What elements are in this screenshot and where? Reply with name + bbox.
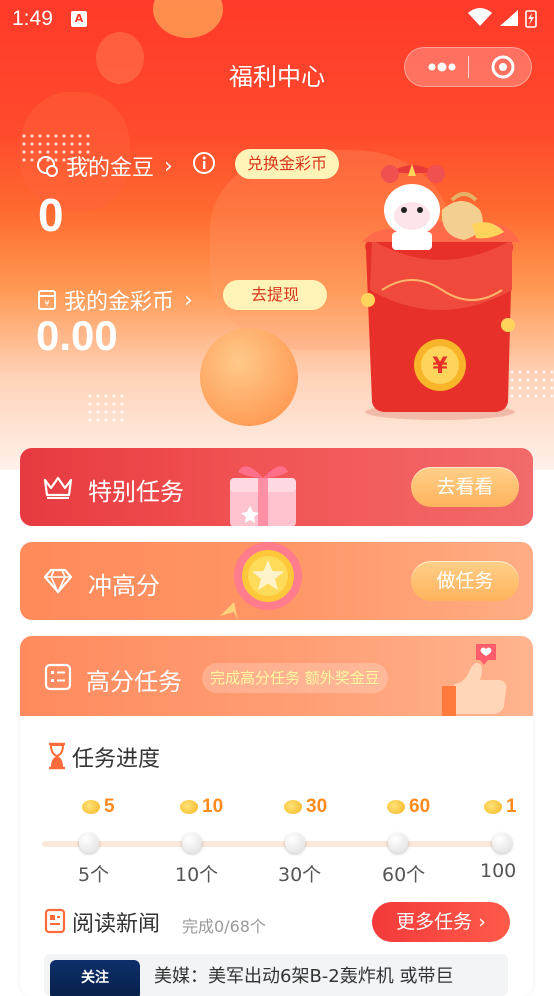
milestone-reward: 60	[387, 796, 430, 818]
newspaper-icon	[44, 908, 66, 934]
star-medal-icon	[220, 542, 302, 620]
milestone-label: 5个	[78, 864, 110, 886]
gold-bean-icon	[284, 800, 302, 814]
coins-value: 0.00	[36, 312, 118, 359]
checklist-icon	[44, 663, 72, 691]
notification-icon: A	[71, 11, 87, 27]
more-icon[interactable]	[417, 48, 467, 86]
high-score-task-card: 高分任务 完成高分任务 额外奖金豆 任务进度 5 10 30 60 1 5个 1…	[20, 636, 533, 996]
gold-bean-icon	[484, 800, 502, 814]
progress-title: 任务进度	[72, 747, 161, 772]
decor-orb	[200, 328, 298, 426]
milestone-node	[492, 833, 512, 853]
progress-track	[42, 841, 512, 847]
system-status-icons	[468, 8, 537, 28]
milestone-reward: 30	[284, 796, 327, 818]
score-task-card[interactable]: 冲高分 做任务	[20, 542, 533, 620]
milestone-label: 30个	[278, 864, 322, 886]
thumbs-up-icon	[442, 644, 507, 716]
read-news-progress: 完成0/68个	[182, 917, 266, 936]
wallet-icon: ¥	[38, 290, 56, 310]
yuan-symbol: ¥	[432, 354, 448, 379]
gold-bean-icon	[387, 800, 405, 814]
do-task-button[interactable]: 做任务	[411, 561, 519, 601]
milestone-node	[182, 833, 202, 853]
milestone-label: 10个	[175, 864, 219, 886]
my-beans-label: 我的金豆	[66, 156, 155, 181]
my-beans-row[interactable]: 我的金豆 ›	[36, 150, 173, 182]
exchange-coins-button[interactable]: 兑换金彩币	[235, 149, 339, 179]
status-time: 1:49	[12, 7, 53, 30]
milestone-reward: 1	[484, 796, 533, 818]
hourglass-icon	[49, 742, 65, 770]
score-task-title: 冲高分	[88, 572, 160, 600]
news-list-item[interactable]: 关注 美媒：美军出动6架B-2轰炸机 或带巨	[44, 954, 508, 996]
wifi-icon	[468, 8, 492, 26]
mini-program-capsule	[404, 47, 532, 87]
close-miniprogram-icon[interactable]	[485, 48, 525, 86]
milestone-node	[388, 833, 408, 853]
gold-bean-icon	[82, 800, 100, 814]
crown-icon	[43, 476, 73, 499]
svg-text:¥: ¥	[44, 299, 49, 308]
status-bar: 1:49 A	[0, 0, 554, 36]
milestone-reward: 5	[82, 796, 115, 818]
bean-icon	[37, 156, 58, 177]
milestone-label: 60个	[382, 864, 426, 886]
decor-dots	[86, 392, 126, 426]
chevron-right-icon: ›	[184, 287, 193, 313]
milestone-reward: 10	[180, 796, 223, 818]
gift-box-icon	[230, 466, 296, 526]
milestone-node	[285, 833, 305, 853]
high-score-task-title: 高分任务	[86, 668, 182, 696]
capsule-divider	[468, 56, 469, 78]
signal-icon	[500, 10, 518, 26]
chevron-right-icon: ›	[164, 153, 173, 179]
read-news-title: 阅读新闻	[72, 912, 161, 937]
info-icon[interactable]	[192, 151, 216, 175]
beans-value: 0	[38, 189, 64, 241]
gold-bean-icon	[180, 800, 198, 814]
news-headline: 美媒：美军出动6架B-2轰炸机 或带巨	[154, 966, 454, 987]
milestone-node	[79, 833, 99, 853]
withdraw-button[interactable]: 去提现	[223, 280, 327, 310]
news-thumbnail: 关注	[50, 960, 140, 996]
special-task-title: 特别任务	[88, 478, 184, 506]
more-tasks-button[interactable]: 更多任务 ›	[372, 902, 510, 942]
diamond-icon	[43, 568, 73, 594]
go-see-button[interactable]: 去看看	[411, 467, 519, 507]
lion-mascot-red-envelope-illustration: ¥	[361, 164, 520, 420]
special-task-card[interactable]: 特别任务 去看看	[20, 448, 533, 526]
bonus-tag: 完成高分任务 额外奖金豆	[202, 663, 388, 693]
high-score-task-header: 高分任务 完成高分任务 额外奖金豆	[20, 636, 533, 716]
milestone-label: 100	[480, 860, 517, 882]
